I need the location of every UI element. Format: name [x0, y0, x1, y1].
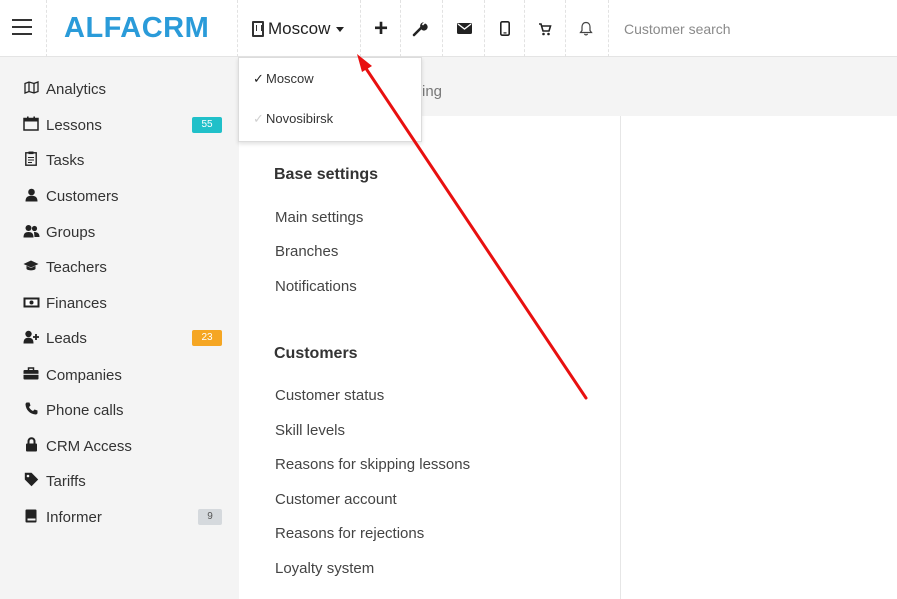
clipboard-icon: [22, 151, 40, 169]
branch-dropdown-menu: ✓ Moscow ✓ Novosibirsk: [238, 57, 422, 142]
subheader-title: ing: [422, 83, 443, 100]
sidebar-item-label: Customers: [46, 187, 119, 205]
link-main-settings[interactable]: Main settings: [275, 209, 363, 226]
book-icon: [22, 509, 40, 526]
dropdown-item-novosibirsk[interactable]: ✓ Novosibirsk: [253, 111, 334, 127]
shopping-cart-icon[interactable]: [529, 0, 561, 57]
link-customer-account[interactable]: Customer account: [275, 491, 397, 508]
link-customer-status[interactable]: Customer status: [275, 387, 384, 404]
dropdown-item-label: Moscow: [266, 71, 314, 86]
dropdown-item-moscow[interactable]: ✓ Moscow: [253, 71, 314, 87]
caret-down-icon: [336, 26, 345, 32]
sidebar-item-label: Finances: [46, 294, 107, 312]
users-icon: [22, 224, 40, 241]
sidebar-item-label: Companies: [46, 366, 122, 384]
tag-icon: [22, 472, 40, 490]
divider: [237, 0, 238, 57]
sidebar-item-tariffs[interactable]: Tariffs: [0, 464, 239, 498]
customer-search-input[interactable]: [624, 17, 884, 41]
sidebar-item-label: Tariffs: [46, 472, 86, 490]
divider: [46, 0, 47, 57]
app-logo[interactable]: ALFACRM: [64, 12, 209, 45]
bell-icon[interactable]: [570, 0, 602, 57]
sidebar-item-label: Informer: [46, 508, 102, 526]
sidebar-item-analytics[interactable]: Analytics: [0, 72, 239, 106]
plus-icon[interactable]: +: [364, 0, 398, 57]
link-skill-levels[interactable]: Skill levels: [275, 422, 345, 439]
sidebar-item-groups[interactable]: Groups: [0, 215, 239, 249]
section-title-customers: Customers: [274, 345, 358, 362]
link-reasons-rejections[interactable]: Reasons for rejections: [275, 525, 424, 542]
wrench-icon[interactable]: [404, 0, 436, 57]
link-loyalty-system[interactable]: Loyalty system: [275, 560, 374, 577]
divider: [524, 0, 525, 57]
sidebar-item-informer[interactable]: Informer 9: [0, 500, 239, 534]
sidebar-item-tasks[interactable]: Tasks: [0, 143, 239, 177]
sidebar-item-leads[interactable]: Leads 23: [0, 321, 239, 355]
mobile-phone-icon[interactable]: [489, 0, 521, 57]
sidebar-item-phone-calls[interactable]: Phone calls: [0, 393, 239, 427]
sidebar-item-label: Analytics: [46, 80, 107, 98]
sidebar-item-label: CRM Access: [46, 437, 132, 455]
sidebar-item-crm-access[interactable]: CRM Access: [0, 429, 239, 463]
column-divider: [620, 116, 621, 599]
sidebar-item-teachers[interactable]: Teachers: [0, 250, 239, 284]
hamburger-menu-icon[interactable]: [12, 19, 32, 35]
lessons-count-badge: 55: [192, 117, 222, 133]
divider: [484, 0, 485, 57]
lock-icon: [22, 437, 40, 455]
user-icon: [22, 188, 40, 205]
dropdown-item-label: Novosibirsk: [266, 111, 334, 126]
user-plus-icon: [22, 330, 40, 347]
map-icon: [22, 81, 40, 97]
informer-count-badge: 9: [198, 509, 222, 525]
sidebar-item-label: Leads: [46, 329, 87, 347]
link-reasons-skipping-lessons[interactable]: Reasons for skipping lessons: [275, 456, 470, 473]
leads-count-badge: 23: [192, 330, 222, 346]
sidebar-item-label: Groups: [46, 223, 96, 241]
sidebar-item-label: Lessons: [46, 116, 102, 134]
phone-icon: [22, 402, 40, 418]
link-branches[interactable]: Branches: [275, 243, 338, 260]
graduation-cap-icon: [22, 259, 40, 275]
sidebar-item-finances[interactable]: Finances: [0, 286, 239, 320]
envelope-icon[interactable]: [448, 0, 480, 57]
sidebar-item-label: Phone calls: [46, 401, 124, 419]
building-icon: [252, 21, 264, 37]
sidebar-item-lessons[interactable]: Lessons 55: [0, 108, 239, 142]
divider: [608, 0, 609, 57]
sidebar-item-companies[interactable]: Companies: [0, 358, 239, 392]
divider: [565, 0, 566, 57]
sidebar-item-label: Teachers: [46, 258, 107, 276]
briefcase-icon: [22, 367, 40, 383]
money-icon: [22, 295, 40, 311]
calendar-icon: [22, 116, 40, 134]
check-icon: ✓: [253, 110, 264, 126]
sidebar-item-customers[interactable]: Customers: [0, 179, 239, 213]
check-icon: ✓: [253, 70, 264, 86]
link-notifications[interactable]: Notifications: [275, 278, 357, 295]
divider: [400, 0, 401, 57]
sidebar-item-label: Tasks: [46, 151, 85, 169]
divider: [442, 0, 443, 57]
section-title-base-settings: Base settings: [274, 166, 379, 183]
divider: [360, 0, 361, 57]
branch-selector-button[interactable]: Moscow: [252, 16, 345, 42]
branch-selector-label: Moscow: [268, 19, 331, 38]
top-bar: ALFACRM Moscow +: [0, 0, 897, 57]
